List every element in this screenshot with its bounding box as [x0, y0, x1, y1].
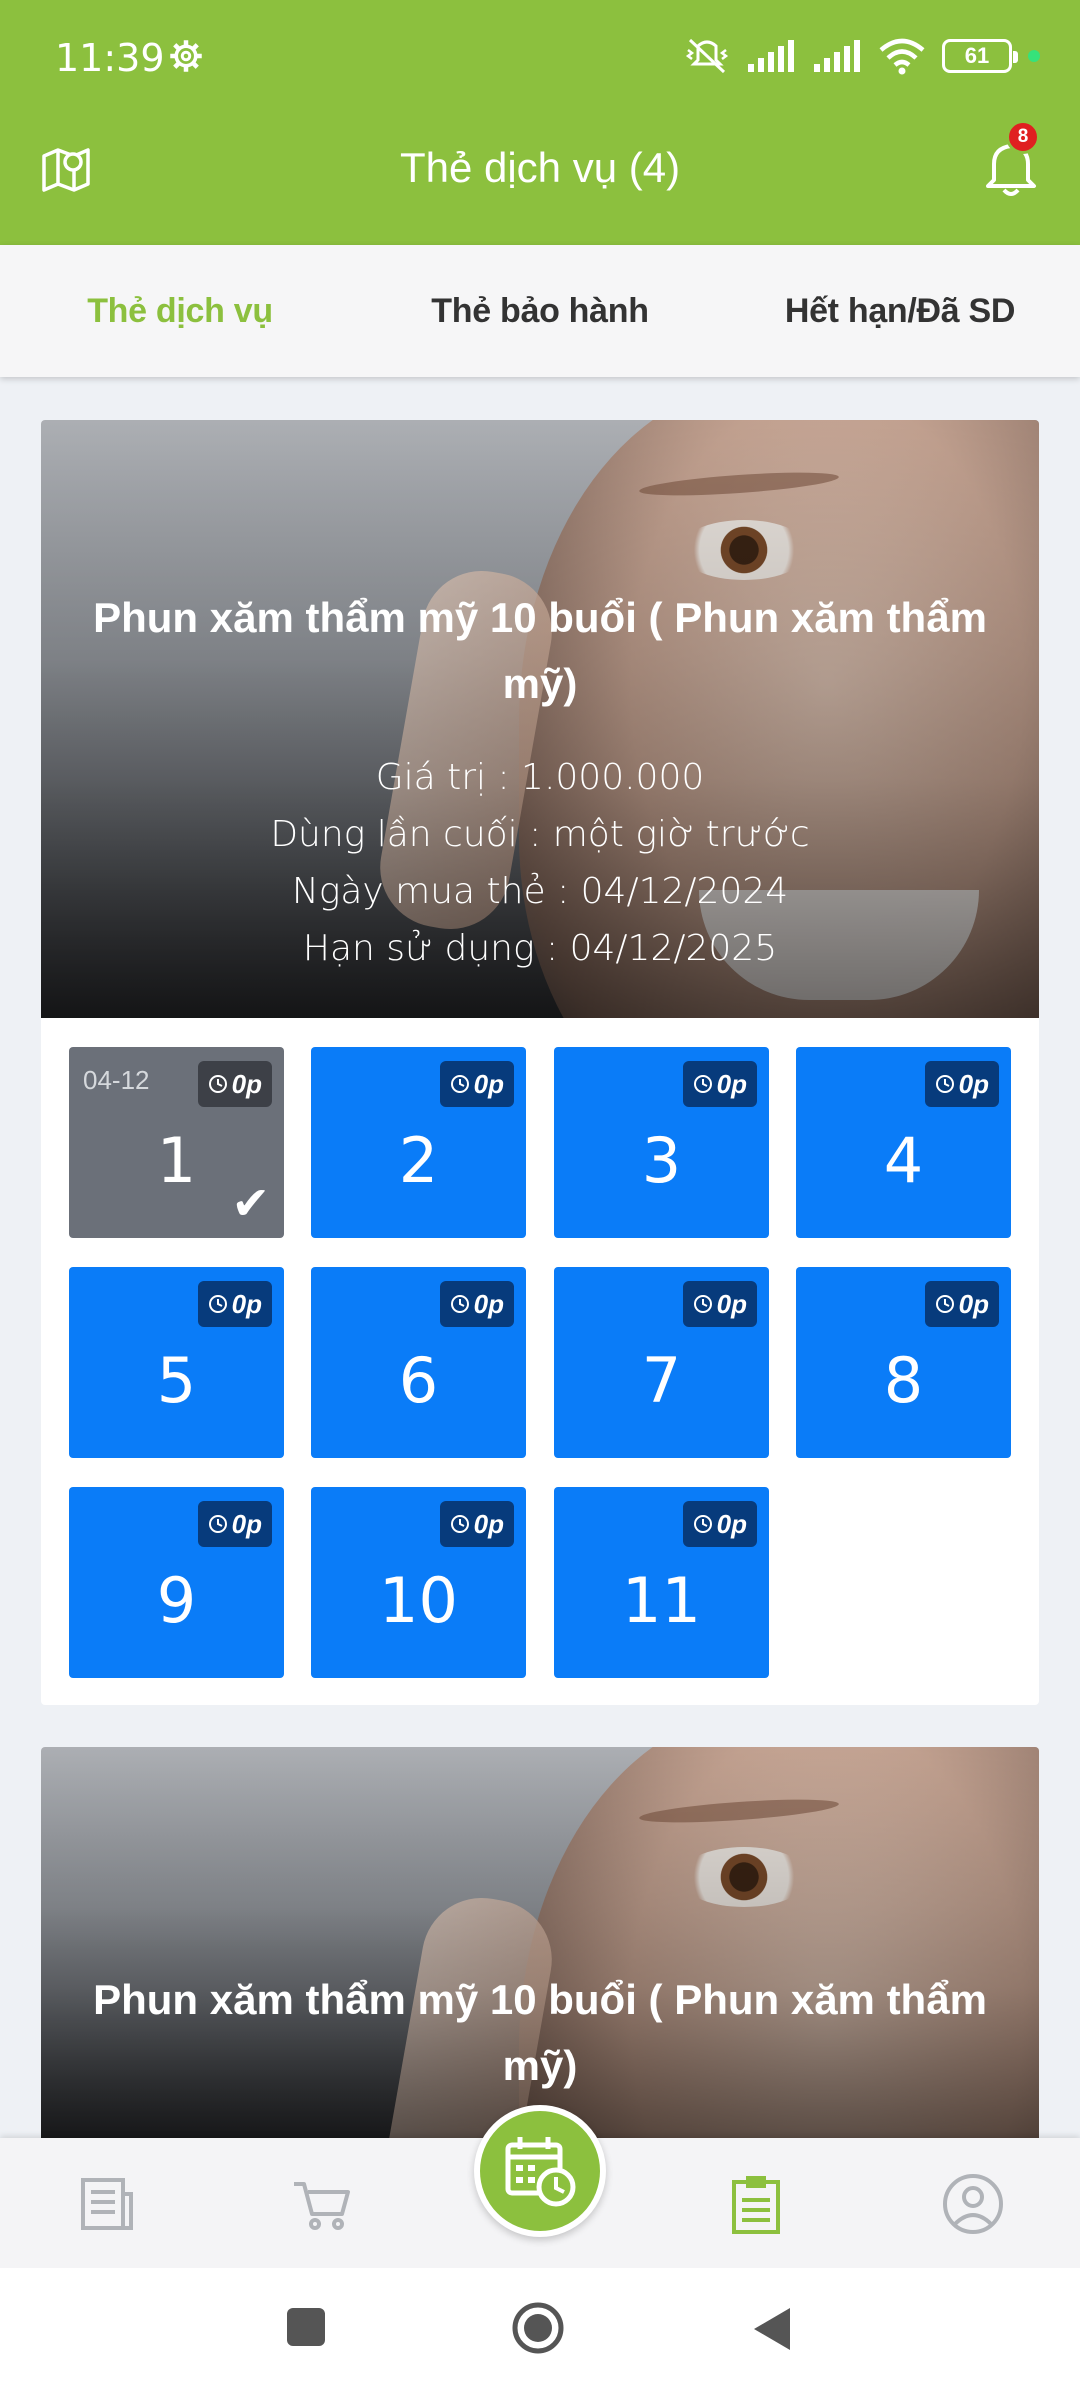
session-duration-text: 0p — [231, 1508, 262, 1539]
session-duration: 0p — [924, 1281, 999, 1327]
vibrate-off-icon — [685, 38, 729, 74]
session-duration: 0p — [197, 1501, 272, 1547]
battery-indicator: 61 — [942, 39, 1018, 73]
session-number: 4 — [883, 1124, 924, 1197]
status-bar: 11:39 61 — [0, 0, 1080, 115]
session-number: 8 — [883, 1344, 924, 1417]
recents-button[interactable] — [285, 2306, 327, 2348]
session-date: 04-12 — [83, 1065, 150, 1095]
expiry-date: Hạn sử dụng : 04/12/2025 — [302, 928, 778, 969]
session-duration-text: 0p — [473, 1508, 504, 1539]
clock-icon — [693, 1295, 712, 1313]
session-duration: 0p — [439, 1061, 514, 1107]
booking-fab-button[interactable] — [474, 2105, 606, 2237]
session-tile[interactable]: 0p 9 — [69, 1487, 284, 1678]
clock-icon — [450, 1295, 469, 1313]
service-value: Giá trị : 1.000.000 — [375, 757, 705, 798]
signal-icon-2 — [814, 40, 860, 72]
page-title: Thẻ dịch vụ (4) — [399, 144, 681, 191]
session-duration-text: 0p — [231, 1288, 262, 1319]
tab-bar: Thẻ dịch vụ Thẻ bảo hành Hết hạn/Đã SD — [0, 245, 1080, 377]
back-button[interactable] — [750, 2306, 792, 2352]
account-icon[interactable] — [941, 2172, 1005, 2236]
session-number: 9 — [156, 1564, 197, 1637]
session-number: 11 — [622, 1564, 701, 1637]
service-card-info: Phun xăm thẩm mỹ 10 buổi ( Phun xăm thẩm… — [41, 1747, 1039, 2147]
service-card-info: Phun xăm thẩm mỹ 10 buổi ( Phun xăm thẩm… — [41, 420, 1039, 1018]
app-header: 11:39 61 Thẻ dịch vụ (4) 8 — [0, 0, 1080, 245]
session-number: 3 — [641, 1124, 682, 1197]
session-duration: 0p — [197, 1281, 272, 1327]
purchase-date: Ngày mua thẻ : 04/12/2024 — [291, 871, 789, 912]
session-number: 6 — [398, 1344, 439, 1417]
signal-icon — [748, 40, 794, 72]
service-card-image: Phun xăm thẩm mỹ 10 buổi ( Phun xăm thẩm… — [41, 420, 1039, 1018]
session-tile[interactable]: 0p 3 — [554, 1047, 769, 1238]
home-button[interactable] — [510, 2300, 566, 2356]
service-name: Phun xăm thẩm mỹ 10 buổi ( Phun xăm thẩm… — [93, 594, 987, 707]
session-tile[interactable]: 0p 4 — [796, 1047, 1011, 1238]
clock-icon — [208, 1075, 227, 1093]
battery-level: 61 — [964, 43, 990, 68]
session-duration: 0p — [197, 1061, 272, 1107]
session-duration: 0p — [682, 1061, 757, 1107]
session-tile[interactable]: 0p 8 — [796, 1267, 1011, 1458]
session-tile[interactable]: 0p 11 — [554, 1487, 769, 1678]
service-card-image: Phun xăm thẩm mỹ 10 buổi ( Phun xăm thẩm… — [41, 1747, 1039, 2147]
calendar-clock-icon — [505, 2137, 576, 2207]
session-duration-text: 0p — [958, 1068, 989, 1099]
tab-service-cards[interactable]: Thẻ dịch vụ — [0, 245, 360, 377]
last-used: Dùng lần cuối : một giờ trước — [270, 814, 810, 855]
status-time: 11:39 — [55, 36, 165, 80]
session-duration: 0p — [439, 1281, 514, 1327]
session-number: 7 — [641, 1344, 682, 1417]
session-tile[interactable]: 0p 5 — [69, 1267, 284, 1458]
checkmark-icon: ✔ — [231, 1177, 270, 1229]
wifi-icon — [879, 38, 925, 75]
session-duration: 0p — [682, 1281, 757, 1327]
status-icons: 61 — [684, 34, 1040, 78]
notification-badge: 8 — [1006, 120, 1040, 154]
session-tile[interactable]: 0p 10 — [311, 1487, 526, 1678]
session-duration: 0p — [682, 1501, 757, 1547]
privacy-dot-icon — [1028, 50, 1040, 62]
cart-icon[interactable] — [290, 2172, 354, 2236]
settings-gear-icon — [170, 40, 202, 72]
session-duration-text: 0p — [716, 1508, 747, 1539]
clock-icon — [450, 1075, 469, 1093]
session-tile[interactable]: 0p 7 — [554, 1267, 769, 1458]
service-name: Phun xăm thẩm mỹ 10 buổi ( Phun xăm thẩm… — [93, 1976, 987, 2089]
session-duration-text: 0p — [958, 1288, 989, 1319]
service-card[interactable]: Phun xăm thẩm mỹ 10 buổi ( Phun xăm thẩm… — [41, 1747, 1039, 2147]
session-duration: 0p — [924, 1061, 999, 1107]
clipboard-icon[interactable] — [724, 2172, 788, 2236]
session-duration-text: 0p — [473, 1068, 504, 1099]
session-duration: 0p — [439, 1501, 514, 1547]
clock-icon — [693, 1075, 712, 1093]
service-card[interactable]: Phun xăm thẩm mỹ 10 buổi ( Phun xăm thẩm… — [41, 420, 1039, 1705]
news-icon[interactable] — [75, 2172, 139, 2236]
session-duration-text: 0p — [473, 1288, 504, 1319]
session-number: 2 — [398, 1124, 439, 1197]
session-duration-text: 0p — [716, 1068, 747, 1099]
session-duration-text: 0p — [716, 1288, 747, 1319]
tab-expired-used[interactable]: Hết hạn/Đã SD — [720, 245, 1080, 377]
session-tile[interactable]: 0p 6 — [311, 1267, 526, 1458]
clock-icon — [208, 1295, 227, 1313]
session-number: 5 — [156, 1344, 197, 1417]
clock-icon — [693, 1515, 712, 1533]
session-number: 10 — [379, 1564, 458, 1637]
clock-icon — [935, 1075, 954, 1093]
clock-icon — [935, 1295, 954, 1313]
session-tile[interactable]: 04-12 0p 1 ✔ — [69, 1047, 284, 1238]
clock-icon — [450, 1515, 469, 1533]
session-tile[interactable]: 0p 2 — [311, 1047, 526, 1238]
tab-warranty-cards[interactable]: Thẻ bảo hành — [360, 245, 720, 377]
session-duration-text: 0p — [231, 1068, 262, 1099]
system-navigation-bar — [0, 2268, 1080, 2400]
clock-icon — [208, 1515, 227, 1533]
